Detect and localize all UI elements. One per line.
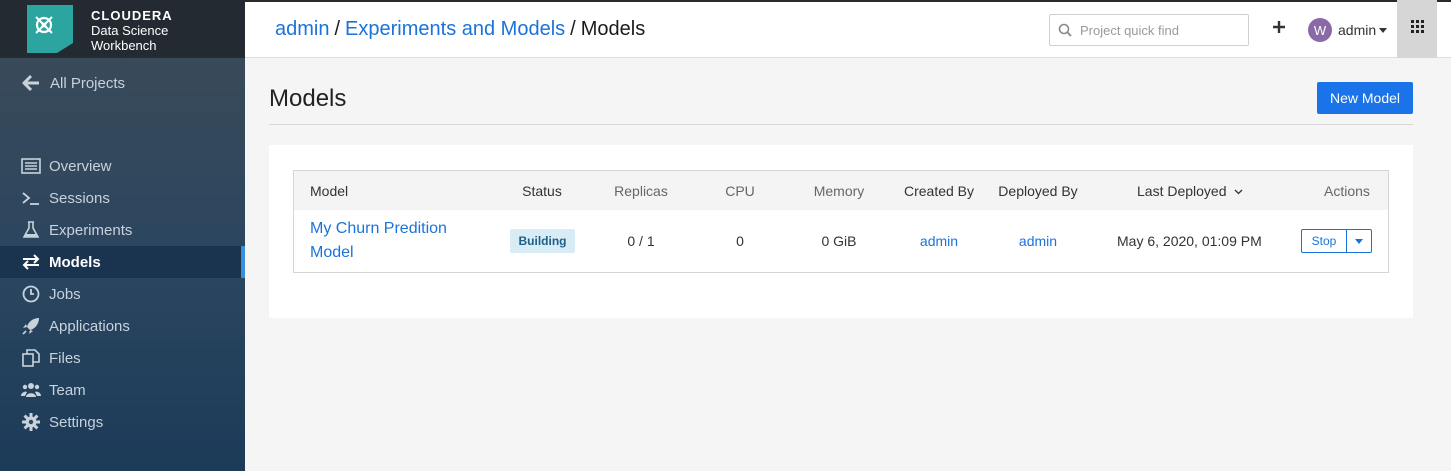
list-icon	[20, 156, 42, 176]
users-icon	[20, 380, 42, 400]
sidebar-item-label: Jobs	[49, 285, 81, 303]
sidebar-item-experiments[interactable]: Experiments	[0, 214, 245, 246]
search-input[interactable]	[1080, 22, 1240, 38]
all-projects-link[interactable]: All Projects	[20, 70, 240, 96]
search-icon	[1050, 23, 1080, 37]
sidebar-item-label: Models	[49, 253, 101, 271]
brand-line-3: Workbench	[91, 38, 157, 53]
table-header: Model Status Replicas CPU Memory Created…	[294, 171, 1388, 210]
caret-down-icon	[1355, 238, 1363, 244]
status-badge: Building	[510, 229, 575, 253]
sidebar-item-team[interactable]: Team	[0, 374, 245, 406]
breadcrumb-link-experiments-and-models[interactable]: Experiments and Models	[345, 18, 565, 40]
sidebar-item-label: Team	[49, 381, 86, 399]
all-projects-label: All Projects	[50, 74, 126, 92]
user-name: admin	[1338, 22, 1377, 38]
sidebar-item-sessions[interactable]: Sessions	[0, 182, 245, 214]
models-panel: Model Status Replicas CPU Memory Created…	[269, 145, 1413, 318]
last-deployed-value: May 6, 2020, 01:09 PM	[1117, 233, 1262, 249]
sidebar-item-files[interactable]: Files	[0, 342, 245, 374]
models-table: Model Status Replicas CPU Memory Created…	[293, 170, 1389, 273]
grid-icon	[1410, 20, 1424, 38]
add-button[interactable]	[1269, 18, 1289, 40]
table-row: My Churn Predition Model Building 0 / 1 …	[294, 210, 1388, 272]
column-header-status[interactable]: Status	[522, 183, 562, 199]
column-header-deployed-by[interactable]: Deployed By	[998, 183, 1077, 199]
clock-icon	[20, 284, 42, 304]
header-top-border	[245, 0, 1451, 2]
column-header-cpu[interactable]: CPU	[725, 183, 755, 199]
memory-value: 0 GiB	[821, 233, 857, 249]
chevron-down-icon	[1234, 189, 1243, 195]
column-header-actions: Actions	[1324, 183, 1370, 199]
gear-icon	[20, 412, 42, 432]
column-header-model[interactable]: Model	[310, 183, 348, 199]
sidebar-item-label: Experiments	[49, 221, 133, 239]
arrow-left-icon	[20, 72, 42, 94]
brand-name: CLOUDERA Data Science Workbench	[91, 8, 173, 53]
sidebar-item-label: Files	[49, 349, 81, 367]
page-title: Models	[269, 85, 347, 112]
deployed-by-link[interactable]: admin	[1019, 233, 1057, 249]
new-model-button[interactable]: New Model	[1317, 82, 1413, 114]
brand-line-2: Data Science	[91, 23, 169, 38]
rocket-icon	[20, 316, 42, 336]
cpu-value: 0	[736, 233, 744, 249]
replicas-value: 0 / 1	[627, 233, 655, 249]
project-quick-find[interactable]	[1049, 14, 1249, 46]
breadcrumb: admin / Experiments and Models / Models	[275, 18, 645, 41]
column-header-label: Last Deployed	[1137, 183, 1227, 199]
sidebar-item-applications[interactable]: Applications	[0, 310, 245, 342]
sidebar-nav: Overview Sessions Experiments Models Job…	[0, 150, 245, 438]
stop-button[interactable]: Stop	[1301, 229, 1347, 253]
sidebar-item-label: Settings	[49, 413, 104, 431]
column-header-memory[interactable]: Memory	[814, 183, 865, 199]
apps-grid-button[interactable]	[1397, 0, 1437, 58]
sidebar-item-label: Sessions	[49, 189, 110, 207]
breadcrumb-link-admin[interactable]: admin	[275, 18, 329, 40]
breadcrumb-separator: /	[334, 18, 341, 40]
sidebar: CLOUDERA Data Science Workbench All Proj…	[0, 0, 245, 471]
caret-down-icon	[1379, 27, 1388, 33]
flask-icon	[20, 220, 42, 240]
created-by-link[interactable]: admin	[920, 233, 958, 249]
column-header-replicas[interactable]: Replicas	[614, 183, 668, 199]
column-header-last-deployed[interactable]: Last Deployed	[1137, 183, 1243, 199]
actions-dropdown-button[interactable]	[1347, 229, 1372, 253]
terminal-icon	[20, 188, 42, 208]
sidebar-item-label: Overview	[49, 157, 112, 175]
sidebar-item-jobs[interactable]: Jobs	[0, 278, 245, 310]
sidebar-item-models[interactable]: Models	[0, 246, 245, 278]
row-actions: Stop	[1301, 229, 1372, 253]
divider	[269, 124, 1413, 125]
brand-line-1: CLOUDERA	[91, 8, 173, 23]
sidebar-item-label: Applications	[49, 317, 130, 335]
breadcrumb-current: Models	[580, 18, 646, 40]
plus-icon	[1273, 20, 1285, 38]
arrows-exchange-icon	[20, 252, 42, 272]
user-menu[interactable]: W admin	[1308, 18, 1388, 42]
sidebar-item-settings[interactable]: Settings	[0, 406, 245, 438]
top-header: admin/Experiments and Models/Models W ad…	[245, 0, 1451, 58]
avatar: W	[1308, 18, 1332, 42]
sidebar-item-overview[interactable]: Overview	[0, 150, 245, 182]
column-header-created-by[interactable]: Created By	[904, 183, 974, 199]
brand-header: CLOUDERA Data Science Workbench	[0, 0, 245, 58]
cloudera-logo-icon[interactable]	[27, 5, 73, 53]
model-name-link[interactable]: My Churn Predition Model	[310, 217, 480, 265]
files-icon	[20, 348, 42, 368]
breadcrumb-separator: /	[570, 18, 576, 40]
